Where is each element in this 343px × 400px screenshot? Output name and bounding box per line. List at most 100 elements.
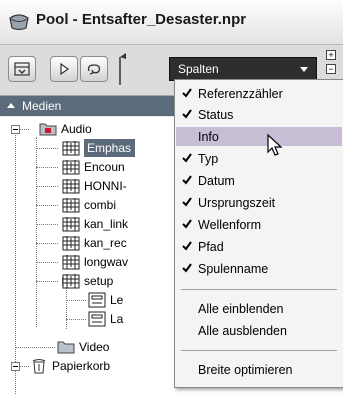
- collapse-all-icon[interactable]: −: [326, 64, 336, 74]
- expand-all-icon[interactable]: +: [326, 50, 336, 60]
- tree-item-audio-clip[interactable]: Emphas: [62, 139, 174, 157]
- tree-connector: [36, 243, 58, 244]
- audio-folder-icon: [39, 123, 57, 136]
- tree-item-audio-clip[interactable]: longwav: [62, 253, 174, 271]
- audio-clip-icon: [62, 236, 80, 251]
- tree-connector: [66, 300, 86, 301]
- menu-item-label: Ursprungszeit: [198, 196, 276, 210]
- tree-label-item: longwav: [84, 255, 129, 269]
- tree-label-item: combi: [84, 198, 117, 212]
- menu-item-status[interactable]: Status: [176, 105, 342, 124]
- menu-item-reel-name[interactable]: Spulenname: [176, 259, 342, 278]
- tree-connector: [36, 281, 58, 282]
- tree-connector: [15, 347, 55, 348]
- tree-item-audio-clip[interactable]: HONNI-: [62, 177, 174, 195]
- mouse-pointer-icon: [267, 134, 283, 156]
- audio-clip-icon: [62, 141, 80, 156]
- checkmark-icon: [182, 88, 192, 98]
- tree-folder-video[interactable]: Video: [57, 338, 174, 356]
- menu-item-info[interactable]: Info: [176, 127, 342, 146]
- collapse-trash-toggle[interactable]: [11, 362, 20, 371]
- menu-item-label: Breite optimieren: [198, 363, 293, 377]
- checkmark-icon: [182, 219, 192, 229]
- trash-icon: [32, 359, 46, 374]
- menu-item-reference-count[interactable]: Referenzzähler: [176, 84, 342, 103]
- audio-clip-icon: [62, 217, 80, 232]
- tree-label-trash: Papierkorb: [52, 359, 111, 373]
- menu-item-origin-time[interactable]: Ursprungszeit: [176, 193, 342, 212]
- tree-label-audio: Audio: [61, 122, 92, 136]
- column-header-label: Medien: [22, 99, 62, 113]
- info-toggle-icon: [14, 62, 30, 76]
- checkmark-icon: [182, 241, 192, 251]
- event-icon: [88, 292, 106, 308]
- checkmark-icon: [182, 153, 192, 163]
- tree-item-audio-clip[interactable]: kan_rec: [62, 234, 174, 252]
- tree-label-video: Video: [79, 340, 110, 354]
- menu-item-label: Pfad: [198, 240, 224, 254]
- tree-label-event: Le: [110, 293, 124, 307]
- audio-clip-icon: [62, 274, 80, 289]
- menu-item-label: Spulenname: [198, 262, 269, 276]
- menu-item-label: Status: [198, 108, 234, 122]
- play-button[interactable]: [50, 56, 78, 82]
- event-icon: [88, 311, 106, 327]
- pool-icon: [9, 14, 29, 31]
- loop-icon: [87, 64, 101, 75]
- columns-menu: Referenzzähler Status Info Typ Datum Urs…: [174, 79, 343, 388]
- volume-fader-icon[interactable]: [116, 51, 130, 87]
- tree-item-audio-clip[interactable]: setup: [62, 272, 174, 290]
- chevron-down-icon: [300, 67, 308, 72]
- menu-item-type[interactable]: Typ: [176, 149, 342, 168]
- pool-window: Pool - Entsafter_Desaster.npr Spalten + …: [0, 0, 343, 400]
- menu-item-optimize-width[interactable]: Breite optimieren: [176, 360, 342, 379]
- audio-clip-icon: [62, 198, 80, 213]
- menu-separator: [181, 289, 337, 290]
- menu-item-label: Wellenform: [198, 218, 261, 232]
- menu-item-path[interactable]: Pfad: [176, 237, 342, 256]
- audio-clip-icon: [62, 160, 80, 175]
- view-select-label: Spalten: [178, 62, 219, 76]
- tree-connector: [36, 137, 37, 327]
- tree-label-event: La: [110, 312, 124, 326]
- collapse-audio-toggle[interactable]: [11, 125, 20, 134]
- view-options-select[interactable]: Spalten: [169, 57, 317, 81]
- tree-item-event[interactable]: La: [88, 310, 174, 328]
- tree-label-item: kan_link: [84, 217, 129, 231]
- title-bar[interactable]: Pool - Entsafter_Desaster.npr: [0, 0, 343, 45]
- tree-connector: [36, 148, 58, 149]
- play-icon: [60, 62, 70, 76]
- loop-button[interactable]: [80, 56, 108, 82]
- menu-item-waveform[interactable]: Wellenform: [176, 215, 342, 234]
- tree-item-event[interactable]: Le: [88, 291, 174, 309]
- checkmark-icon: [182, 109, 192, 119]
- checkmark-icon: [182, 197, 192, 207]
- tree-connector: [15, 129, 16, 394]
- menu-separator: [181, 350, 337, 351]
- menu-item-label: Datum: [198, 174, 235, 188]
- tree-connector: [36, 205, 58, 206]
- audio-clip-icon: [62, 255, 80, 270]
- tree-folder-audio[interactable]: Audio: [39, 120, 169, 138]
- tree-item-audio-clip[interactable]: combi: [62, 196, 174, 214]
- audio-clip-icon: [62, 179, 80, 194]
- menu-item-label: Alle einblenden: [198, 302, 284, 316]
- tree-item-audio-clip[interactable]: Encoun: [62, 158, 174, 176]
- checkmark-icon: [182, 175, 192, 185]
- window-title: Pool - Entsafter_Desaster.npr: [36, 11, 247, 28]
- tree-connector: [36, 186, 58, 187]
- video-folder-icon: [57, 341, 75, 354]
- menu-item-date[interactable]: Datum: [176, 171, 342, 190]
- sort-ascending-icon: [7, 103, 15, 108]
- menu-item-label: Info: [198, 130, 219, 144]
- menu-item-label: Typ: [198, 152, 219, 166]
- tree-item-audio-clip[interactable]: kan_link: [62, 215, 174, 233]
- menu-item-hide-all[interactable]: Alle ausblenden: [176, 321, 342, 340]
- info-view-button[interactable]: [8, 56, 36, 82]
- tree-folder-trash[interactable]: Papierkorb: [30, 357, 174, 375]
- tree-label-item: HONNI-: [84, 179, 127, 193]
- tree-connector: [66, 319, 86, 320]
- tree-label-item: setup: [84, 274, 114, 288]
- tree-label-item: Emphas: [84, 139, 136, 157]
- menu-item-show-all[interactable]: Alle einblenden: [176, 299, 342, 318]
